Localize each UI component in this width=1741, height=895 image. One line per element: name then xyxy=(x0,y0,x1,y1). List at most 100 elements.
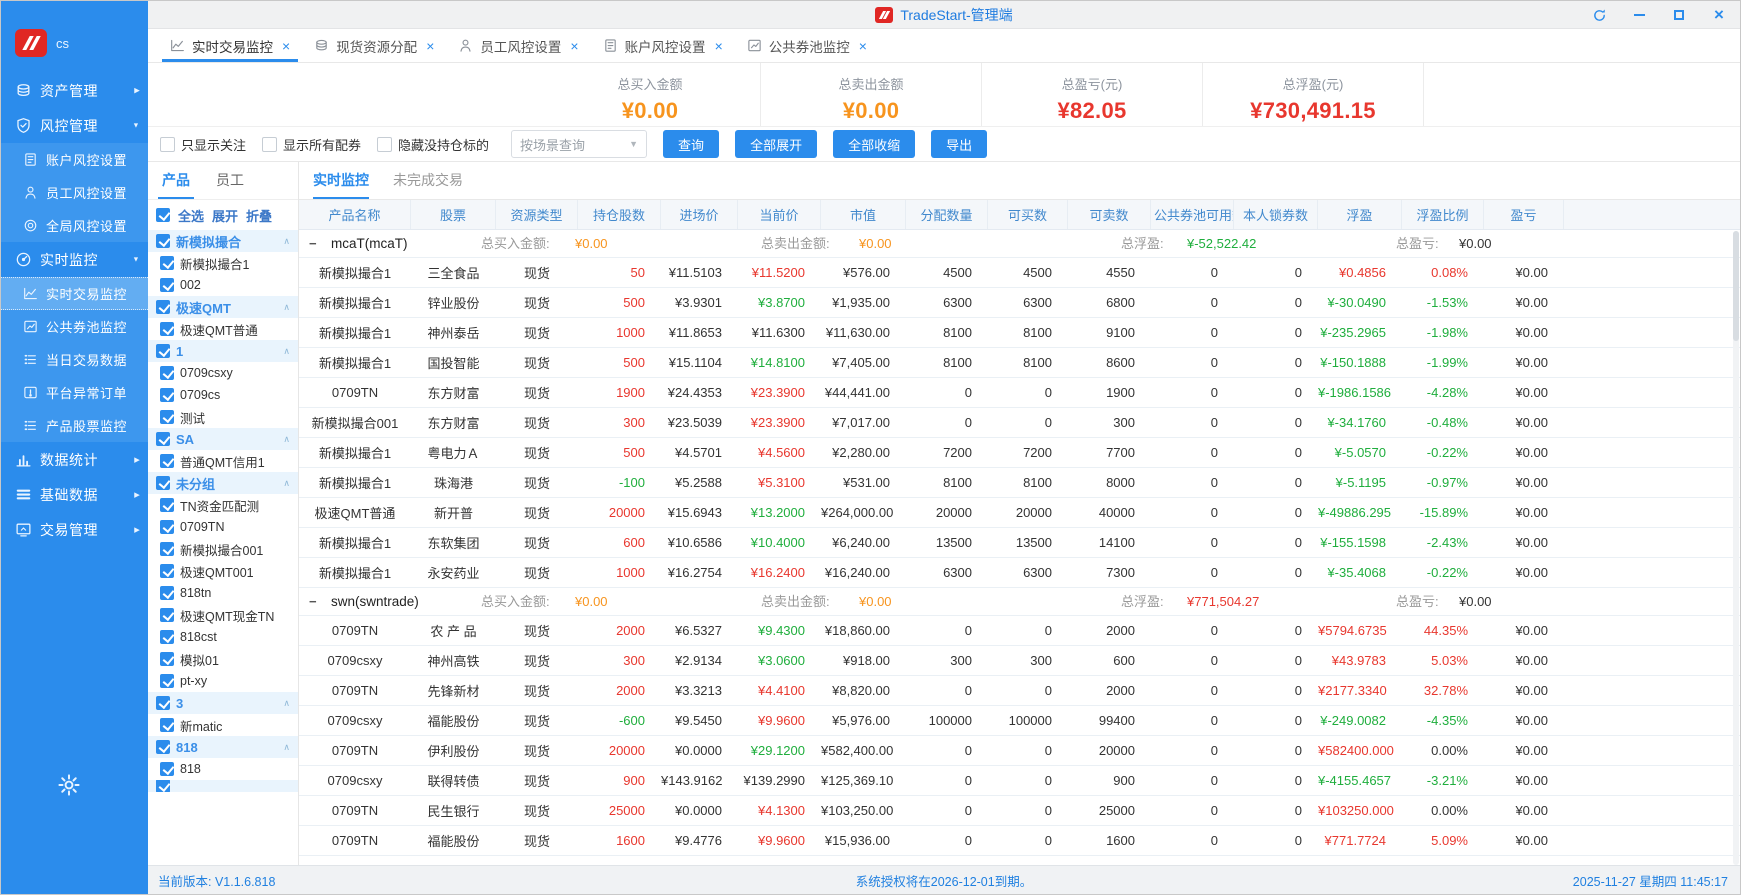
column-header[interactable]: 浮盈 xyxy=(1318,200,1402,229)
chevron-up-icon[interactable]: ∧ xyxy=(283,742,290,753)
column-header[interactable]: 可卖数 xyxy=(1068,200,1151,229)
column-header[interactable]: 资源类型 xyxy=(496,200,578,229)
column-header[interactable]: 持仓股数 xyxy=(578,200,661,229)
table-row[interactable]: 新模拟撮合1珠海港现货-100¥5.2588¥5.3100¥531.008100… xyxy=(299,468,1740,498)
column-header[interactable]: 公共券池可用数 xyxy=(1151,200,1234,229)
expand-all-button[interactable]: 全部展开 xyxy=(735,130,817,158)
sidebar-item[interactable]: 资产管理▶ xyxy=(1,73,148,108)
group-row[interactable]: −mcaT(mcaT)总买入金额:¥0.00总卖出金额:¥0.00总浮盈:¥-5… xyxy=(299,230,1740,258)
group-row[interactable]: −swn(swntrade)总买入金额:¥0.00总卖出金额:¥0.00总浮盈:… xyxy=(299,588,1740,616)
sidebar-item[interactable]: 产品股票监控 xyxy=(1,409,148,442)
tree-group-node[interactable]: 3∧ xyxy=(148,692,298,714)
tree-leaf-node[interactable]: 极速QMT现金TN xyxy=(148,604,298,626)
checkbox-icon[interactable] xyxy=(160,388,174,402)
tree-leaf-node[interactable]: pt-xy xyxy=(148,670,298,692)
close-icon[interactable]: × xyxy=(570,38,578,54)
tab-item[interactable]: 账户风控设置× xyxy=(591,29,735,62)
checkbox-icon[interactable] xyxy=(156,740,170,754)
column-header[interactable]: 股票 xyxy=(411,200,496,229)
checkbox-icon[interactable] xyxy=(160,608,174,622)
filter-checkbox[interactable]: 只显示关注 xyxy=(160,135,246,154)
column-header[interactable]: 分配数量 xyxy=(906,200,988,229)
sidebar-item[interactable]: 公共券池监控 xyxy=(1,310,148,343)
close-icon[interactable]: × xyxy=(426,38,434,54)
tree-leaf-node[interactable]: 测试 xyxy=(148,406,298,428)
tab-item[interactable]: 员工风控设置× xyxy=(446,29,590,62)
checkbox-icon[interactable] xyxy=(156,432,170,446)
tree-group-node[interactable] xyxy=(148,780,298,792)
table-row[interactable]: 0709csxy福能股份现货-600¥9.5450¥9.9600¥5,976.0… xyxy=(299,706,1740,736)
table-row[interactable]: 新模拟撮合001东方财富现货300¥23.5039¥23.3900¥7,017.… xyxy=(299,408,1740,438)
close-icon[interactable]: × xyxy=(282,38,290,54)
chevron-up-icon[interactable]: ∧ xyxy=(283,302,290,313)
sidebar-item[interactable]: 账户风控设置 xyxy=(1,143,148,176)
sidebar-item[interactable]: 数据统计▶ xyxy=(1,442,148,477)
table-row[interactable]: 0709TN先锋新材现货2000¥3.3213¥4.4100¥8,820.000… xyxy=(299,676,1740,706)
tree-tab-active[interactable]: 产品 xyxy=(162,170,190,199)
tree-leaf-node[interactable]: 普通QMT信用1 xyxy=(148,450,298,472)
table-row[interactable]: 新模拟撮合1东软集团现货600¥10.6586¥10.4000¥6,240.00… xyxy=(299,528,1740,558)
table-row[interactable]: 新模拟撮合1国投智能现货500¥15.1104¥14.8100¥7,405.00… xyxy=(299,348,1740,378)
tree-leaf-node[interactable]: 模拟01 xyxy=(148,648,298,670)
tab-active[interactable]: 实时交易监控× xyxy=(158,29,302,62)
checkbox-icon[interactable] xyxy=(160,652,174,666)
checkbox-icon[interactable] xyxy=(160,322,174,336)
tab-item[interactable]: 现货资源分配× xyxy=(302,29,446,62)
column-header[interactable]: 产品名称 xyxy=(299,200,411,229)
tree-leaf-node[interactable]: 极速QMT001 xyxy=(148,560,298,582)
sidebar-item[interactable]: 员工风控设置 xyxy=(1,176,148,209)
table-row[interactable]: 新模拟撮合1三全食品现货50¥11.5103¥11.5200¥576.00450… xyxy=(299,258,1740,288)
tree-group-node[interactable]: 1∧ xyxy=(148,340,298,362)
table-row[interactable]: 新模拟撮合1永安药业现货1000¥16.2754¥16.2400¥16,240.… xyxy=(299,558,1740,588)
scene-query-select[interactable]: 按场景查询▼ xyxy=(511,130,647,158)
main-tab-active[interactable]: 实时监控 xyxy=(313,170,369,199)
checkbox-icon[interactable] xyxy=(160,542,174,556)
sidebar-item[interactable]: 交易管理▶ xyxy=(1,512,148,547)
table-row[interactable]: 0709TN东方财富现货1900¥24.4353¥23.3900¥44,441.… xyxy=(299,378,1740,408)
close-icon[interactable]: × xyxy=(859,38,867,54)
column-header[interactable]: 可买数 xyxy=(988,200,1068,229)
vertical-scrollbar[interactable] xyxy=(1733,231,1739,865)
table-row[interactable]: 0709TN伊利股份现货20000¥0.0000¥29.1200¥582,400… xyxy=(299,736,1740,766)
tree-leaf-node[interactable]: 002 xyxy=(148,274,298,296)
checkbox-icon[interactable] xyxy=(160,762,174,776)
select-all-label[interactable]: 全选 xyxy=(178,206,204,225)
export-button[interactable]: 导出 xyxy=(931,130,987,158)
close-icon[interactable]: × xyxy=(715,38,723,54)
column-header[interactable]: 本人锁券数 xyxy=(1234,200,1318,229)
column-header[interactable]: 盈亏 xyxy=(1484,200,1564,229)
chevron-up-icon[interactable]: ∧ xyxy=(283,434,290,445)
column-header[interactable]: 浮盈比例 xyxy=(1402,200,1484,229)
checkbox-icon[interactable] xyxy=(160,520,174,534)
checkbox-icon[interactable] xyxy=(156,780,170,792)
checkbox-icon[interactable] xyxy=(377,137,392,152)
tree-group-node[interactable]: SA∧ xyxy=(148,428,298,450)
table-row[interactable]: 0709csxy神州高铁现货300¥2.9134¥3.0600¥918.0030… xyxy=(299,646,1740,676)
chevron-up-icon[interactable]: ∧ xyxy=(283,346,290,357)
checkbox-icon[interactable] xyxy=(156,300,170,314)
checkbox-icon[interactable] xyxy=(160,564,174,578)
checkbox-icon[interactable] xyxy=(156,234,170,248)
maximize-button[interactable] xyxy=(1666,4,1692,26)
collapse-group-icon[interactable]: − xyxy=(309,230,317,258)
table-row[interactable]: 新模拟撮合1锌业股份现货500¥3.9301¥3.8700¥1,935.0063… xyxy=(299,288,1740,318)
collapse-group-icon[interactable]: − xyxy=(309,588,317,616)
tree-leaf-node[interactable]: 极速QMT普通 xyxy=(148,318,298,340)
checkbox-icon[interactable] xyxy=(160,410,174,424)
sidebar-item[interactable]: 全局风控设置 xyxy=(1,209,148,242)
chevron-up-icon[interactable]: ∧ xyxy=(283,478,290,489)
checkbox-icon[interactable] xyxy=(160,674,174,688)
collapse-link[interactable]: 折叠 xyxy=(246,206,272,225)
close-button[interactable]: × xyxy=(1706,4,1732,26)
tree-leaf-node[interactable]: 新matic xyxy=(148,714,298,736)
chevron-up-icon[interactable]: ∧ xyxy=(283,698,290,709)
tree-group-node[interactable]: 未分组∧ xyxy=(148,472,298,494)
checkbox-icon[interactable] xyxy=(160,256,174,270)
tree-leaf-node[interactable]: 新模拟撮合1 xyxy=(148,252,298,274)
checkbox-icon[interactable] xyxy=(160,278,174,292)
table-row[interactable]: 0709TN福能股份现货1600¥9.4776¥9.9600¥15,936.00… xyxy=(299,826,1740,856)
table-row[interactable]: 0709TN农 产 品现货2000¥6.5327¥9.4300¥18,860.0… xyxy=(299,616,1740,646)
refresh-icon[interactable] xyxy=(1586,4,1612,26)
filter-checkbox[interactable]: 隐藏没持仓标的 xyxy=(377,135,489,154)
checkbox-icon[interactable] xyxy=(160,137,175,152)
